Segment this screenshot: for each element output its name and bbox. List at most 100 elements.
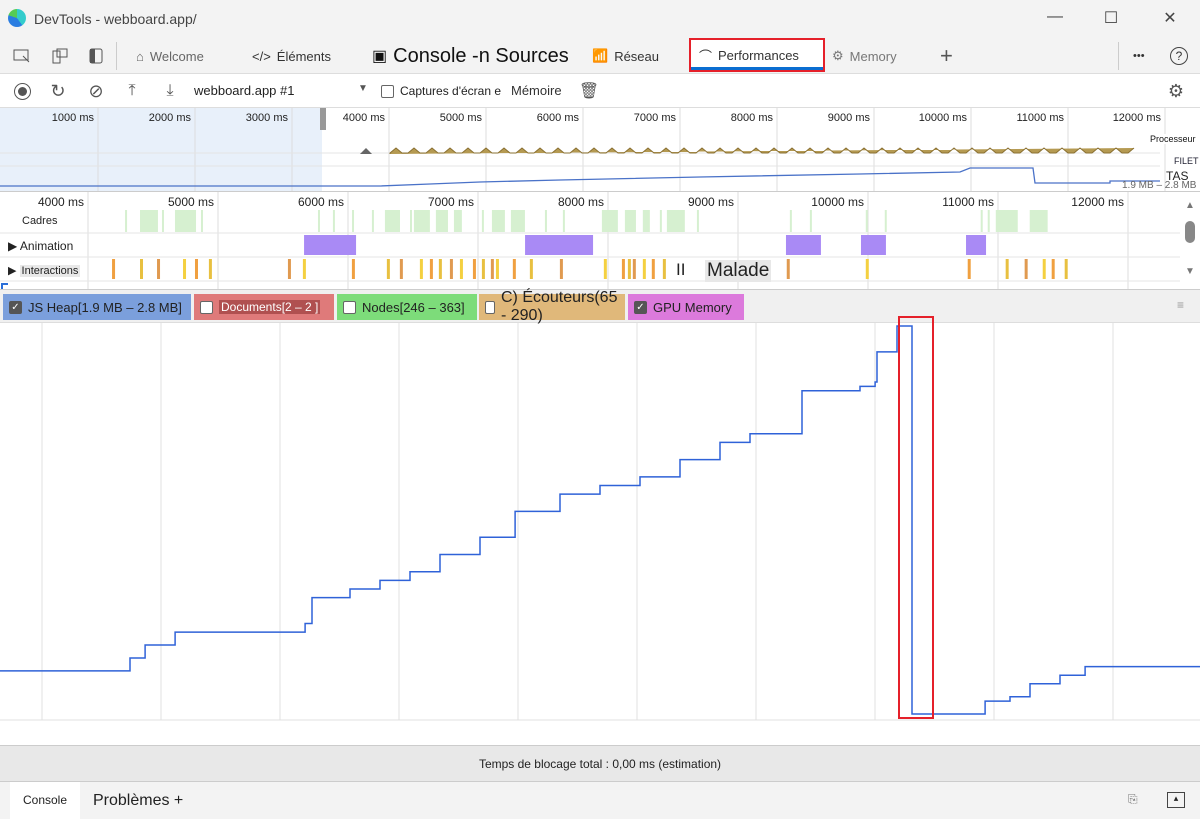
reload-record-icon[interactable]: ↻ bbox=[48, 81, 68, 101]
checkbox[interactable]: ✓ bbox=[634, 300, 647, 314]
drag-handle-icon[interactable]: ≡ bbox=[1177, 298, 1184, 312]
frame-bar bbox=[435, 210, 448, 232]
tab-console-sources[interactable]: ▣ Console -n Sources bbox=[372, 38, 569, 74]
tracks-scrollbar[interactable]: ▲ ▼ bbox=[1180, 192, 1200, 289]
dock-icon[interactable]: ⎘ bbox=[1128, 792, 1138, 807]
timeline-overview[interactable]: 1000 ms 2000 ms 3000 ms 4000 ms 5000 ms 6000 … bbox=[0, 108, 1200, 192]
counter-toggle-1[interactable]: Documents[2 – 2 ] bbox=[194, 294, 334, 320]
performance-toolbar: ↻ ⊘ ⤒ ⤓ webboard.app #1 ▼ Captures d'écr… bbox=[0, 74, 1200, 108]
animation-bar bbox=[860, 235, 886, 255]
frame-bar bbox=[696, 210, 699, 232]
frame-bar bbox=[980, 210, 983, 232]
overview-tick-label: 9000 ms bbox=[827, 112, 870, 124]
checkbox[interactable]: ✓ bbox=[9, 300, 22, 314]
interaction-bar bbox=[1051, 259, 1055, 279]
interaction-bar bbox=[472, 259, 476, 279]
interaction-bar bbox=[495, 259, 499, 279]
expand-drawer-icon[interactable]: ▴ bbox=[1167, 792, 1185, 808]
title-bar: DevTools - webboard.app/ — ☐ ✕ bbox=[0, 0, 1200, 38]
frame-bar bbox=[865, 210, 868, 232]
inspect-icon[interactable] bbox=[12, 46, 32, 66]
device-emulation-icon[interactable] bbox=[50, 46, 70, 66]
frame-bar bbox=[481, 210, 484, 232]
drawer-tab-console[interactable]: Console bbox=[10, 782, 80, 819]
track-tick-label: 6000 ms bbox=[297, 195, 344, 209]
scroll-thumb[interactable] bbox=[1185, 221, 1195, 243]
add-tab-button[interactable]: + bbox=[940, 38, 953, 74]
frame-bar bbox=[332, 210, 335, 232]
counter-toggle-3[interactable]: C) Écouteurs(65 - 290) bbox=[479, 289, 625, 324]
tab-network[interactable]: 📶 Réseau bbox=[592, 38, 659, 74]
frame-bar bbox=[410, 210, 413, 232]
maximize-button[interactable]: ☐ bbox=[1096, 8, 1126, 28]
sidebar-toggle-icon[interactable] bbox=[86, 46, 106, 66]
interaction-bar bbox=[157, 259, 161, 279]
frame-bar bbox=[562, 210, 565, 232]
animation-bar bbox=[966, 235, 987, 255]
checkbox[interactable] bbox=[200, 300, 213, 314]
trash-icon[interactable]: 🗑 bbox=[579, 81, 599, 101]
close-button[interactable]: ✕ bbox=[1155, 8, 1185, 28]
interaction-bar bbox=[490, 259, 494, 279]
overview-tick-label: 7000 ms bbox=[633, 112, 676, 124]
minimize-button[interactable]: — bbox=[1040, 8, 1070, 26]
overview-tick-label: 10000 ms bbox=[918, 112, 967, 124]
download-icon[interactable]: ⤓ bbox=[160, 81, 180, 101]
settings-gear-icon[interactable]: ⚙ bbox=[1166, 81, 1186, 101]
screenshots-checkbox[interactable]: Captures d'écran e bbox=[381, 84, 501, 98]
clear-icon[interactable]: ⊘ bbox=[86, 81, 106, 101]
active-tab-indicator bbox=[691, 67, 823, 70]
console-icon: ▣ bbox=[372, 48, 388, 65]
tab-performance[interactable]: ⌒ Performances bbox=[689, 38, 825, 72]
divider bbox=[1118, 42, 1119, 70]
track-tick-label: 8000 ms bbox=[557, 195, 604, 209]
memory-checkbox-label[interactable]: Mémoire bbox=[511, 83, 562, 98]
upload-icon[interactable]: ⤒ bbox=[122, 81, 142, 101]
tab-memory[interactable]: ⚙ Memory bbox=[832, 38, 897, 74]
home-icon: ⌂ bbox=[136, 48, 144, 64]
frame-bar bbox=[161, 210, 164, 232]
track-tick-label: 9000 ms bbox=[687, 195, 734, 209]
interaction-bar bbox=[302, 259, 306, 279]
heap-range: 1.9 MB – 2.8 MB bbox=[1122, 180, 1197, 191]
track-tick-label: 10000 ms bbox=[811, 195, 864, 209]
chip-icon: ⚙ bbox=[832, 48, 844, 63]
counter-toggle-2[interactable]: Nodes[246 – 363] bbox=[337, 294, 477, 320]
gauge-icon: ⌒ bbox=[699, 48, 713, 64]
counter-toggle-0[interactable]: ✓ JS Heap[1.9 MB – 2.8 MB] bbox=[3, 294, 191, 320]
interaction-bar bbox=[621, 259, 625, 279]
highlight-box bbox=[898, 316, 934, 719]
tab-elements[interactable]: </> Éléments bbox=[252, 38, 331, 74]
profile-select[interactable]: webboard.app #1 bbox=[194, 83, 294, 98]
track-tick-label: 12000 ms bbox=[1071, 195, 1124, 209]
tab-welcome[interactable]: ⌂ Welcome bbox=[136, 38, 204, 74]
code-icon: </> bbox=[252, 48, 271, 64]
overview-tick-label: 2000 ms bbox=[148, 112, 191, 124]
js-heap-line bbox=[0, 325, 1200, 715]
frame-bar bbox=[601, 210, 618, 232]
interaction-bar bbox=[512, 259, 516, 279]
counter-toggle-4[interactable]: ✓ GPU Memory bbox=[628, 294, 744, 320]
interactions-track-toggle[interactable]: ▶ Interactions bbox=[8, 264, 81, 277]
counter-label: Documents[2 – 2 ] bbox=[219, 300, 321, 314]
animation-track-toggle[interactable]: ▶ Animation bbox=[8, 239, 73, 253]
checkbox[interactable] bbox=[485, 300, 495, 314]
interaction-bar bbox=[112, 259, 116, 279]
interaction-bar bbox=[786, 259, 790, 279]
scroll-down-icon[interactable]: ▼ bbox=[1185, 266, 1195, 277]
interaction-bar bbox=[140, 259, 143, 279]
help-icon[interactable]: ? bbox=[1170, 38, 1188, 74]
more-icon[interactable]: ••• bbox=[1133, 38, 1145, 74]
dropdown-arrow-icon[interactable]: ▼ bbox=[358, 83, 368, 94]
counter-label: GPU Memory bbox=[653, 299, 732, 315]
animation-bar bbox=[525, 235, 594, 255]
interaction-bar bbox=[662, 259, 666, 279]
scroll-up-icon[interactable]: ▲ bbox=[1185, 200, 1195, 211]
status-bar: Temps de blocage total : 0,00 ms (estima… bbox=[0, 745, 1200, 781]
drawer-tab-issues[interactable]: Problèmes + bbox=[93, 792, 183, 810]
interaction-bar bbox=[865, 259, 869, 279]
checkbox[interactable] bbox=[343, 300, 356, 314]
record-icon[interactable] bbox=[12, 81, 32, 101]
interaction-bar bbox=[1042, 259, 1046, 279]
interaction-bar bbox=[287, 259, 291, 279]
